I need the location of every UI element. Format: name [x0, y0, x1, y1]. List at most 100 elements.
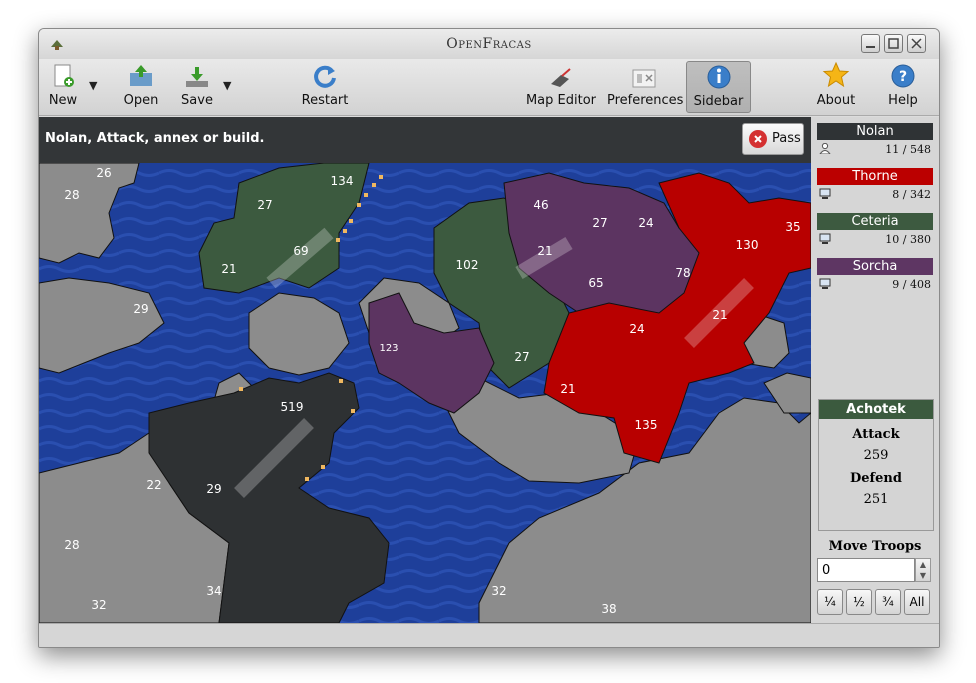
maximize-icon [888, 38, 899, 49]
border-marker [339, 379, 343, 383]
player-ceteria: Ceteria 10 / 380 [817, 213, 933, 248]
window-title: OpenFracas [446, 36, 532, 52]
territory-troops: 35 [785, 220, 800, 234]
territory-troops: 34 [206, 584, 221, 598]
territory-troops: 27 [514, 350, 529, 364]
human-player-icon [819, 143, 831, 154]
player-stats: 11 / 548 [817, 140, 933, 158]
preferences-button[interactable]: Preferences [607, 61, 684, 113]
close-button[interactable] [907, 34, 926, 53]
territory-troops: 134 [331, 174, 354, 188]
map-editor-label: Map Editor [525, 93, 597, 108]
territory-troops: 78 [675, 266, 690, 280]
all-button[interactable]: All [904, 589, 930, 615]
territory-troops: 24 [629, 322, 644, 336]
map-editor-button[interactable]: Map Editor [525, 61, 597, 113]
cancel-icon [749, 130, 767, 148]
border-marker [305, 477, 309, 481]
save-icon [186, 67, 208, 87]
move-troops-input[interactable]: 0 [817, 558, 915, 582]
territory-troops: 28 [64, 538, 79, 552]
preferences-icon [632, 69, 656, 88]
maximize-button[interactable] [884, 34, 903, 53]
border-marker [321, 465, 325, 469]
about-button[interactable]: About [815, 61, 857, 113]
territory-troops: 21 [221, 262, 236, 276]
territory-troops: 32 [91, 598, 106, 612]
territory-troops: 24 [638, 216, 653, 230]
title-bar: OpenFracas [39, 29, 939, 59]
star-icon [822, 61, 850, 88]
close-icon [911, 38, 922, 49]
territory-troops: 21 [537, 244, 552, 258]
info-icon [707, 65, 730, 89]
pass-label: Pass [772, 131, 801, 146]
status-footer [39, 623, 939, 647]
computer-player-icon [819, 278, 831, 289]
region-info-panel: Achotek Attack 259 Defend 251 [818, 399, 934, 531]
player-nolan: Nolan 11 / 548 [817, 123, 933, 158]
player-stat-value: 9 / 408 [892, 278, 931, 291]
territory-troops: 102 [456, 258, 479, 272]
territory-troops: 21 [712, 308, 727, 322]
help-button[interactable]: ? Help [883, 61, 923, 113]
computer-player-icon [819, 188, 831, 199]
new-dropdown-arrow[interactable]: ▼ [89, 79, 97, 92]
territory-troops: 46 [533, 198, 548, 212]
restart-label: Restart [301, 93, 349, 108]
border-marker [343, 229, 347, 233]
restart-button[interactable]: Restart [299, 61, 351, 113]
territory-troops: 22 [146, 478, 161, 492]
preferences-label: Preferences [607, 93, 684, 108]
player-name: Sorcha [817, 258, 933, 275]
player-stats: 10 / 380 [817, 230, 933, 248]
border-marker [239, 387, 243, 391]
border-marker [379, 175, 383, 179]
about-label: About [816, 93, 856, 108]
border-marker [336, 238, 340, 242]
sidebar-toggle-button[interactable]: Sidebar [686, 61, 751, 113]
toolbar: New ▼ Open Save ▼ Restart Map Editor Pre… [39, 59, 939, 116]
half-button[interactable]: ½ [846, 589, 872, 615]
player-stat-value: 10 / 380 [885, 233, 931, 246]
new-label: New [48, 93, 78, 108]
status-bar: Nolan, Attack, annex or build. Pass [39, 117, 811, 163]
minimize-icon [866, 46, 875, 48]
territory-troops: 38 [601, 602, 616, 616]
three-quarter-button[interactable]: ¾ [875, 589, 901, 615]
move-troops-spinner[interactable]: ▲ ▼ [915, 558, 931, 582]
computer-player-icon [819, 233, 831, 244]
territory-troops: 130 [736, 238, 759, 252]
territory-troops: 28 [64, 188, 79, 202]
territory-troops: 27 [592, 216, 607, 230]
territory-troops: 32 [491, 584, 506, 598]
help-label: Help [888, 93, 918, 108]
attack-value: 259 [863, 448, 889, 463]
territory-troops: 21 [560, 382, 575, 396]
save-label: Save [181, 93, 213, 108]
restart-icon [314, 65, 336, 88]
open-button[interactable]: Open [121, 61, 161, 113]
border-marker [364, 193, 368, 197]
border-marker [357, 203, 361, 207]
territory-troops: 123 [379, 343, 398, 354]
minimize-button[interactable] [861, 34, 880, 53]
territory-troops: 29 [133, 302, 148, 316]
save-dropdown-arrow[interactable]: ▼ [223, 79, 231, 92]
territory-troops: 519 [281, 400, 304, 414]
pass-button[interactable]: Pass [742, 123, 804, 155]
defend-value: 251 [863, 492, 889, 507]
player-sorcha: Sorcha 9 / 408 [817, 258, 933, 293]
svg-text:?: ? [899, 69, 907, 85]
attack-label: Attack [852, 427, 900, 442]
territory-troops: 69 [293, 244, 308, 258]
status-message: Nolan, Attack, annex or build. [45, 131, 265, 146]
game-map[interactable]: 26 28 27 134 69 21 29 46 27 24 21 102 65… [39, 163, 811, 623]
player-stat-value: 11 / 548 [885, 143, 931, 156]
save-button[interactable]: Save [177, 61, 217, 113]
map-editor-icon [551, 68, 571, 87]
help-icon: ? [891, 64, 915, 88]
player-stat-value: 8 / 342 [892, 188, 931, 201]
quarter-button[interactable]: ¼ [817, 589, 843, 615]
new-button[interactable]: New [43, 61, 83, 113]
